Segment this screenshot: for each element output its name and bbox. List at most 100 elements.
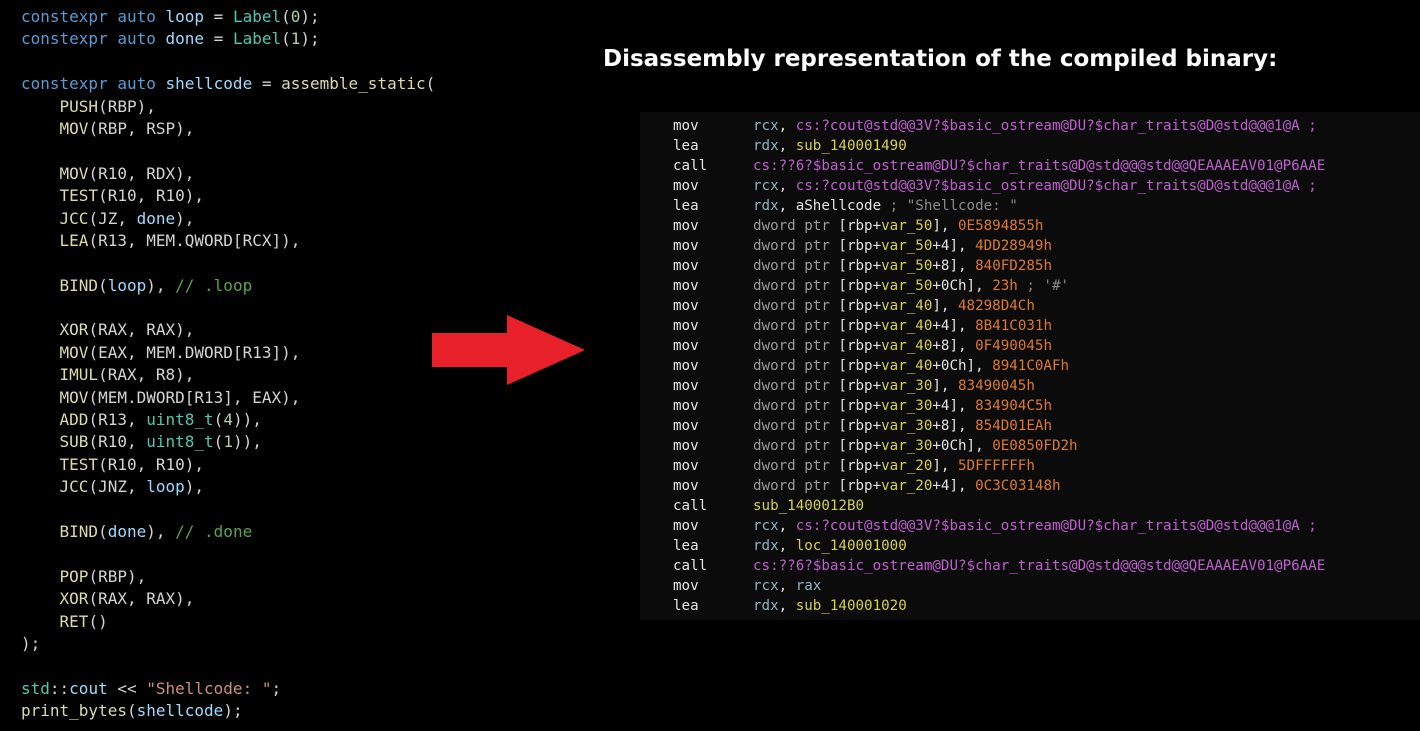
code-line: JCC(JZ, done), [21,208,581,230]
asm-operand-token: 854D01EAh [975,418,1052,434]
asm-operand-token: var_50 [881,278,933,294]
code-token: ( [98,275,108,295]
asm-operand-token: dword ptr [753,358,839,374]
asm-operand-token: [rbp+ [838,378,882,394]
code-token: 1 [223,432,233,452]
asm-operands: dword ptr [rbp+var_20], 5DFFFFFFh [753,456,1035,476]
asm-operands: dword ptr [rbp+var_40+4], 8B41C031h [753,316,1052,336]
asm-operand-token: rcx [753,118,779,134]
code-token: (EAX, MEM.DWORD[R13]), [88,342,301,362]
asm-operands: rdx, loc_140001000 [753,536,907,556]
asm-mnemonic: mov [673,578,699,594]
code-line: constexpr auto done = Label(1); [21,28,581,50]
code-token: XOR [21,589,89,609]
asm-operand-token: rdx [753,198,779,214]
asm-operand-token: rdx [753,538,779,554]
code-token: constexpr auto [21,74,166,94]
asm-operand-token: 83490045h [958,378,1035,394]
code-token: ); [223,701,243,721]
asm-operand-token: rcx [753,518,779,534]
asm-operand-token: dword ptr [753,258,839,274]
asm-operand-token: dword ptr [753,338,839,354]
code-token: ); [300,7,320,26]
code-token: MOV [21,118,89,138]
code-token: ), [184,477,205,497]
asm-operands: dword ptr [rbp+var_50+0Ch], 23h ; '#' [753,276,1069,296]
asm-operands: rcx, cs:?cout@std@@3V?$basic_ostream@DU?… [753,516,1317,536]
asm-operand-token: , [778,518,796,534]
asm-operand-token: 48298D4Ch [958,298,1035,314]
code-line: constexpr auto shellcode = assemble_stat… [21,73,581,95]
code-line: JCC(JNZ, loop), [21,476,581,498]
code-token: 4 [223,410,233,430]
asm-operand-token: +4], [932,318,976,334]
asm-operands: dword ptr [rbp+var_50+8], 840FD285h [753,256,1052,276]
asm-operand-token: +0Ch], [932,278,993,294]
asm-operand-token: [rbp+ [838,238,882,254]
code-token: = [204,7,233,26]
asm-mnemonic: call [673,498,708,514]
code-token: uint8_t [146,432,214,452]
code-line: BIND(loop), // .loop [21,275,581,297]
asm-operand-token: 8B41C031h [975,318,1052,334]
asm-operand-token: ; "Shellcode: " [881,198,1018,214]
code-token: print_bytes [21,701,127,721]
asm-mnemonic: mov [673,258,699,274]
asm-operand-token: 5DFFFFFFh [958,458,1035,474]
asm-operand-token: , [778,198,796,214]
code-token: (RBP), [88,566,147,586]
asm-operands: rdx, sub_140001490 [753,136,907,156]
code-token: (R10, [88,432,147,452]
code-token: assemble_static [281,74,426,94]
code-token: ( [213,432,224,452]
code-token: 1 [290,29,301,49]
asm-operand-token: [rbp+ [838,418,882,434]
asm-operand-token: var_30 [881,438,933,454]
asm-operand-token: [rbp+ [838,478,882,494]
asm-operand-token: sub_1400012B0 [753,498,865,514]
asm-operands: rdx, aShellcode ; "Shellcode: " [753,196,1018,216]
asm-operand-token: 840FD285h [975,258,1052,274]
asm-operand-token: var_30 [881,418,933,434]
asm-operand-token: var_30 [881,378,933,394]
code-token: :: [49,678,70,698]
asm-operands: rcx, cs:?cout@std@@3V?$basic_ostream@DU?… [753,116,1317,136]
asm-mnemonic: mov [673,478,699,494]
code-token: ( [425,74,436,94]
asm-operand-token: +0Ch], [932,358,993,374]
asm-mnemonic: mov [673,458,699,474]
asm-operands: sub_1400012B0 [753,496,864,516]
asm-operand-token: 0E0850FD2h [992,438,1078,454]
asm-mnemonic: lea [673,538,699,554]
asm-operands: dword ptr [rbp+var_40], 48298D4Ch [753,296,1035,316]
code-token: (R13, [88,410,147,430]
code-token: // .loop [175,275,253,295]
asm-operand-token: [rbp+ [838,258,882,274]
page-title: Disassembly representation of the compil… [603,46,1278,72]
asm-operands: dword ptr [rbp+var_50+4], 4DD28949h [753,236,1052,256]
code-token: (MEM.DWORD[R13], EAX), [88,387,301,407]
code-line: TEST(R10, R10), [21,185,581,207]
asm-mnemonic: lea [673,138,699,154]
code-token: (RAX, R8), [98,365,195,385]
code-token: constexpr auto [21,29,166,49]
code-token: (RAX, RAX), [88,320,195,340]
asm-operands: dword ptr [rbp+var_30], 83490045h [753,376,1035,396]
asm-mnemonic: mov [673,418,699,434]
asm-mnemonic: mov [673,438,699,454]
asm-operand-token: cs:??6?$basic_ostream@DU?$char_traits@D@… [753,158,1326,174]
asm-operand-token: cs:??6?$basic_ostream@DU?$char_traits@D@… [753,558,1326,574]
code-token: (RBP), [98,96,156,116]
asm-mnemonic: mov [673,218,699,234]
asm-mnemonic: mov [673,398,699,414]
code-token: (R13, MEM.QWORD[RCX]), [88,230,301,250]
asm-mnemonic: mov [673,278,699,294]
asm-operands: dword ptr [rbp+var_50], 0E5894855h [753,216,1043,236]
right-arrow-icon [432,315,585,385]
asm-operand-token: var_30 [881,398,933,414]
asm-operand-token: [rbp+ [838,278,882,294]
asm-operand-token: , [778,178,796,194]
